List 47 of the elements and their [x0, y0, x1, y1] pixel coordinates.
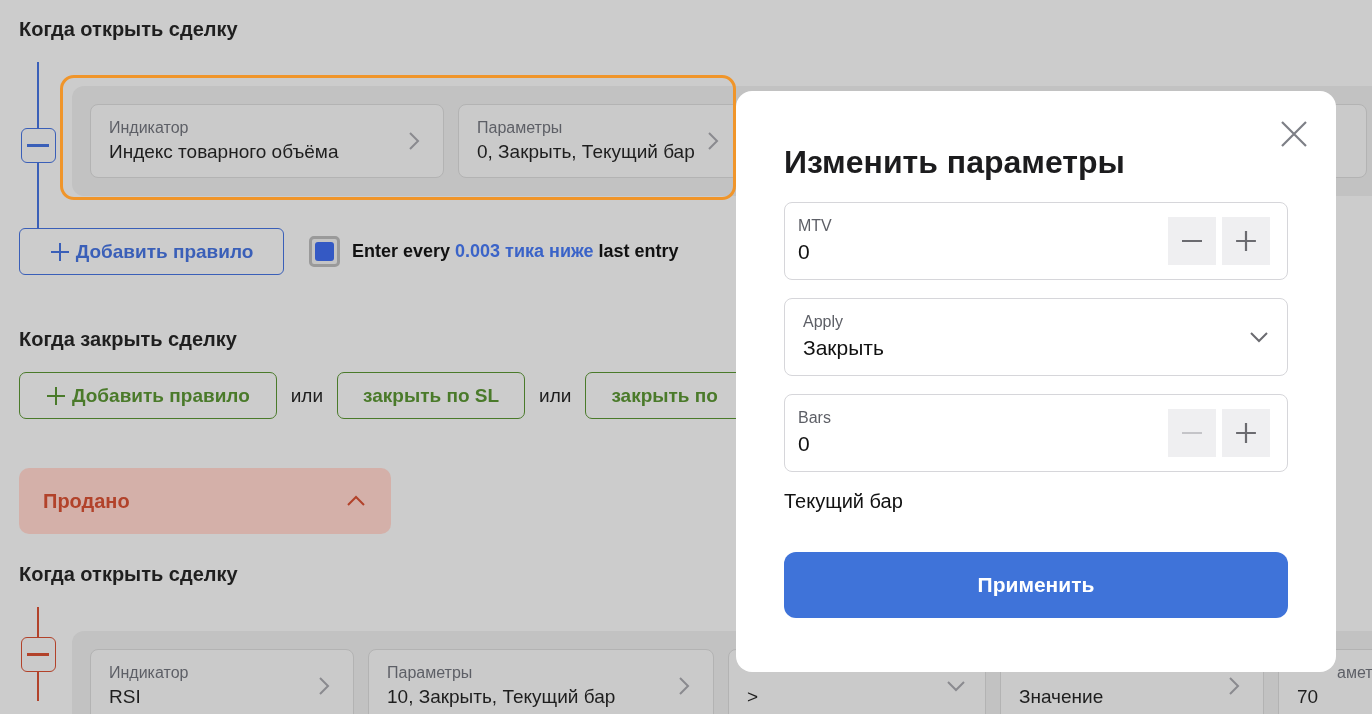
minus-icon	[1181, 240, 1203, 242]
card-value: Индекс товарного объёма	[109, 140, 340, 164]
remove-rule-button[interactable]	[20, 636, 56, 672]
card-value: 0, Закрыть, Текущий бар	[477, 140, 696, 164]
section-title: Когда закрыть сделку	[19, 327, 237, 352]
field-label: Bars	[798, 408, 832, 428]
checkbox[interactable]	[309, 236, 340, 267]
field-label: MTV	[798, 216, 833, 236]
field-value: 0	[798, 239, 811, 265]
or-text: или	[539, 384, 572, 407]
card-value: Значение	[1019, 685, 1105, 709]
repeat-entry-text: Enter every 0.003 тика ниже last entry	[352, 241, 679, 262]
add-rule-button[interactable]: Добавить правило	[19, 228, 284, 275]
card-label: Параметры	[477, 118, 564, 138]
select-field[interactable]: Apply Закрыть	[784, 298, 1288, 376]
section-title: Когда открыть сделку	[19, 562, 238, 587]
dialog-title: Изменить параметры	[784, 143, 1126, 182]
card-value: RSI	[109, 685, 142, 709]
card-value: 70	[1297, 685, 1320, 709]
rule-card[interactable]: Индикатор Индекс товарного объёма	[90, 104, 444, 178]
increment-button[interactable]	[1222, 217, 1270, 265]
field-label: Apply	[803, 312, 845, 332]
plus-icon	[1235, 230, 1257, 252]
card-label: амет	[1336, 663, 1372, 683]
number-field[interactable]: MTV 0	[784, 202, 1288, 280]
card-value: 10, Закрыть, Текущий бар	[387, 685, 617, 709]
or-text: или	[290, 384, 324, 407]
card-value: >	[747, 685, 760, 709]
remove-rule-button[interactable]	[20, 127, 56, 163]
plus-icon	[49, 241, 70, 262]
section-title: Когда открыть сделку	[19, 17, 238, 42]
number-field[interactable]: Bars 0	[784, 394, 1288, 472]
rule-card[interactable]: Индикатор RSI	[90, 649, 354, 714]
rule-card[interactable]: Параметры 10, Закрыть, Текущий бар	[368, 649, 714, 714]
card-label: Индикатор	[109, 118, 190, 138]
plus-icon	[1235, 422, 1257, 444]
hint-text: Текущий бар	[784, 489, 904, 514]
close-button[interactable]	[1280, 120, 1308, 148]
plus-icon	[46, 385, 66, 406]
field-value: 0	[798, 431, 811, 457]
minus-icon	[1181, 432, 1203, 434]
card-label: Параметры	[387, 663, 474, 683]
field-value: Закрыть	[803, 335, 885, 361]
increment-button[interactable]	[1222, 409, 1270, 457]
apply-button[interactable]: Применить	[784, 552, 1288, 618]
card-label: Индикатор	[109, 663, 190, 683]
close-icon	[1280, 120, 1308, 148]
